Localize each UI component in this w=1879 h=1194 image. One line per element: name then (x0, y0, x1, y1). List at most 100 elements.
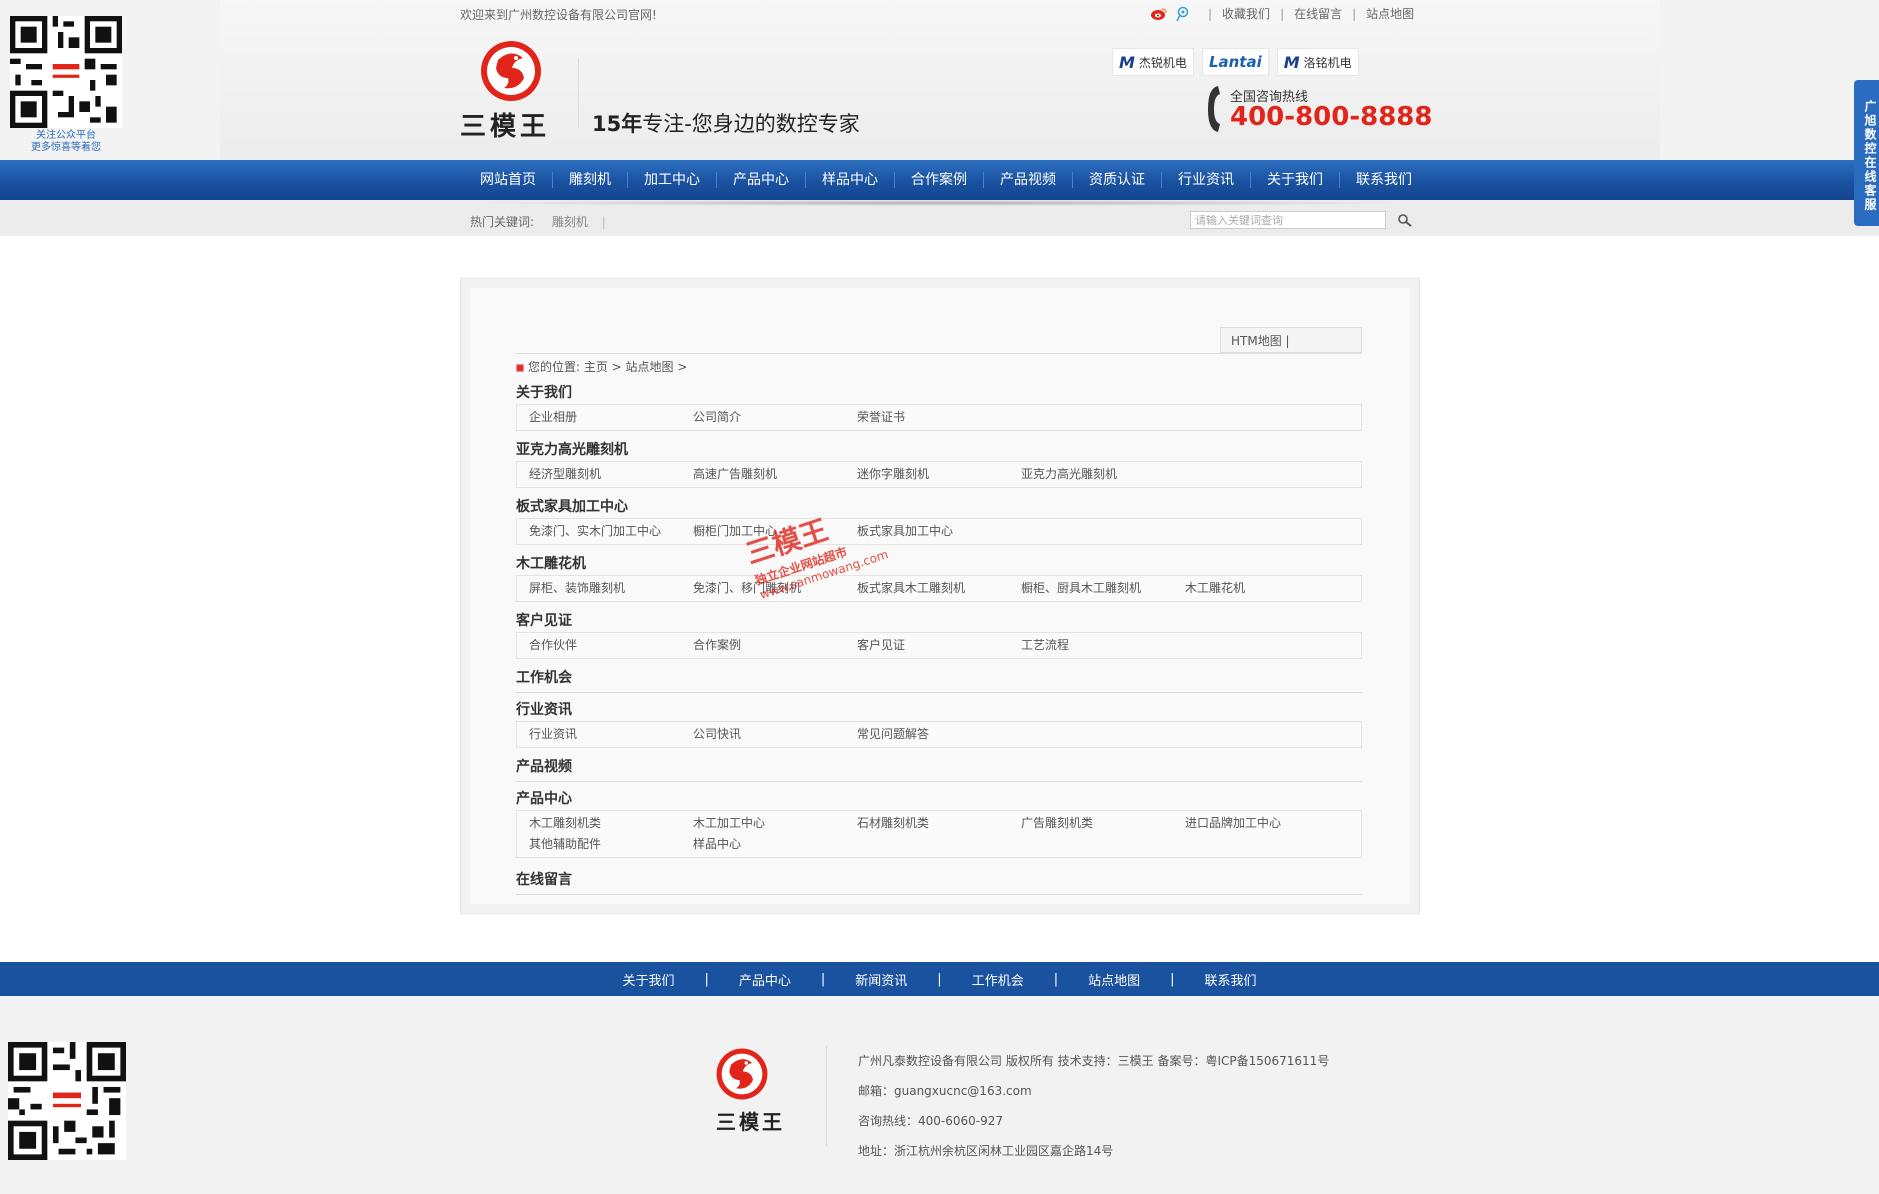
qr-caption: 关注公众平台 更多惊喜等着您 (10, 130, 122, 154)
tab-htm-map[interactable]: HTM地图 | (1220, 327, 1362, 353)
sitemap-link[interactable]: 板式家具木工雕刻机 (845, 578, 1009, 599)
qr-code-icon (10, 16, 122, 128)
search-input[interactable]: 请输入关键词查询 (1190, 211, 1386, 229)
section-rule (516, 894, 1362, 895)
sitemap-link[interactable]: 企业相册 (517, 407, 681, 428)
footer-separator: | (1053, 971, 1059, 987)
sitemap-link[interactable]: 木工雕刻机类 (517, 813, 681, 834)
section-title[interactable]: 工作机会 (516, 667, 1362, 689)
section-acrylic: 亚克力高光雕刻机 经济型雕刻机 高速广告雕刻机 迷你字雕刻机 亚克力高光雕刻机 (516, 439, 1362, 488)
section-title[interactable]: 产品视频 (516, 756, 1362, 778)
sitemap-link[interactable]: 工艺流程 (1009, 635, 1173, 656)
online-service-tab[interactable]: 广旭数控在线客服 (1854, 80, 1879, 226)
sitemap-link[interactable]: 橱柜、厨具木工雕刻机 (1009, 578, 1173, 599)
sitemap-link[interactable]: 免漆门、实木门加工中心 (517, 521, 681, 542)
brand-label: 洛铭机电 (1303, 55, 1352, 70)
section-title[interactable]: 亚克力高光雕刻机 (516, 439, 1362, 461)
sitemap-link[interactable]: 行业资讯 (517, 724, 681, 745)
sitemap-link[interactable]: 板式家具加工中心 (845, 521, 1009, 542)
section-links: 木工雕刻机类 木工加工中心 石材雕刻机类 广告雕刻机类 进口品牌加工中心 其他辅… (516, 810, 1362, 858)
tencent-weibo-icon[interactable] (1174, 6, 1192, 22)
footer-email: 邮箱：guangxucnc@163.com (858, 1084, 1032, 1098)
sitemap-link[interactable]: 样品中心 (681, 834, 845, 855)
search-button[interactable] (1390, 211, 1420, 229)
hotline-number: 400-800-8888 (1230, 102, 1433, 132)
nav-samples[interactable]: 样品中心 (806, 160, 894, 200)
nav-contact[interactable]: 联系我们 (1340, 160, 1428, 200)
keyword-separator: | (601, 215, 606, 229)
section-testimonials: 客户见证 合作伙伴 合作案例 客户见证 工艺流程 (516, 610, 1362, 659)
footer-link-products[interactable]: 产品中心 (739, 970, 791, 989)
dragon-logo-icon (481, 41, 541, 101)
breadcrumb-bullet-icon (516, 363, 524, 372)
section-woodcarving: 木工雕花机 屏柜、装饰雕刻机 免漆门、移门雕刻机 板式家具木工雕刻机 橱柜、厨具… (516, 553, 1362, 602)
brand-m-icon: M (1119, 52, 1135, 72)
sitemap-link[interactable]: 木工加工中心 (681, 813, 845, 834)
nav-about[interactable]: 关于我们 (1251, 160, 1339, 200)
qr-caption-line2: 更多惊喜等着您 (31, 142, 101, 153)
section-links: 免漆门、实木门加工中心 橱柜门加工中心 板式家具加工中心 (516, 518, 1362, 545)
section-links: 行业资讯 公司快讯 常见问题解答 (516, 721, 1362, 748)
nav-engraver[interactable]: 雕刻机 (553, 160, 627, 200)
sitemap-link[interactable]: 木工雕花机 (1173, 578, 1337, 599)
sitemap-link[interactable]: 客户见证 (845, 635, 1009, 656)
sitemap-link[interactable]: 亚克力高光雕刻机 (1009, 464, 1173, 485)
section-about: 关于我们 企业相册 公司简介 荣誉证书 (516, 382, 1362, 431)
nav-videos[interactable]: 产品视频 (984, 160, 1072, 200)
sitemap-link[interactable]: 合作伙伴 (517, 635, 681, 656)
brand-jierui[interactable]: M 杰锐机电 (1112, 48, 1194, 76)
section-rule (516, 692, 1362, 693)
sitemap-link[interactable]: 广告雕刻机类 (1009, 813, 1173, 834)
sitemap-link[interactable]: 进口品牌加工中心 (1173, 813, 1337, 834)
nav-certification[interactable]: 资质认证 (1073, 160, 1161, 200)
sitemap-link[interactable]: 橱柜门加工中心 (681, 521, 845, 542)
sitemap-link[interactable]: 免漆门、移门雕刻机 (681, 578, 845, 599)
hot-keywords-label: 热门关键词: (470, 215, 535, 229)
nav-cases[interactable]: 合作案例 (895, 160, 983, 200)
footer-separator: | (820, 971, 826, 987)
nav-news[interactable]: 行业资讯 (1162, 160, 1250, 200)
section-title[interactable]: 板式家具加工中心 (516, 496, 1362, 518)
nav-products[interactable]: 产品中心 (717, 160, 805, 200)
favorite-link[interactable]: 收藏我们 (1222, 5, 1270, 22)
top-link-separator: | (1208, 6, 1213, 21)
footer-link-sitemap[interactable]: 站点地图 (1088, 970, 1140, 989)
section-title[interactable]: 关于我们 (516, 382, 1362, 404)
section-title[interactable]: 行业资讯 (516, 699, 1362, 721)
section-title[interactable]: 木工雕花机 (516, 553, 1362, 575)
brand-label: Lantai (1208, 53, 1262, 71)
sitemap-link[interactable]: 石材雕刻机类 (845, 813, 1009, 834)
sitemap-link[interactable]: 公司快讯 (681, 724, 845, 745)
footer-link-jobs[interactable]: 工作机会 (972, 970, 1024, 989)
section-panel-furniture: 板式家具加工中心 免漆门、实木门加工中心 橱柜门加工中心 板式家具加工中心 (516, 496, 1362, 545)
section-links: 企业相册 公司简介 荣誉证书 (516, 404, 1362, 431)
sitemap-link[interactable]: 经济型雕刻机 (517, 464, 681, 485)
footer-link-news[interactable]: 新闻资讯 (855, 970, 907, 989)
brand-luoming[interactable]: M 洛铭机电 (1276, 48, 1359, 76)
footer-link-contact[interactable]: 联系我们 (1205, 970, 1257, 989)
sitemap-link[interactable]: 常见问题解答 (845, 724, 1009, 745)
hot-keyword-link[interactable]: 雕刻机 (552, 215, 588, 229)
header-background (220, 0, 1660, 160)
sitemap-link[interactable]: 屏柜、装饰雕刻机 (517, 578, 681, 599)
sitemap-link[interactable]: 公司简介 (681, 407, 845, 428)
dragon-logo-icon (716, 1048, 768, 1100)
hot-keywords: 热门关键词: 雕刻机 | (470, 213, 606, 230)
sitemap-link[interactable]: 合作案例 (681, 635, 845, 656)
weibo-icon[interactable] (1150, 6, 1168, 22)
section-title[interactable]: 产品中心 (516, 788, 1362, 810)
sitemap-link[interactable]: 荣誉证书 (845, 407, 1009, 428)
sitemap-link[interactable]: 站点地图 (1366, 5, 1414, 22)
section-title[interactable]: 在线留言 (516, 869, 1362, 891)
sitemap-link[interactable]: 高速广告雕刻机 (681, 464, 845, 485)
sitemap-link[interactable]: 其他辅助配件 (517, 834, 681, 855)
nav-home[interactable]: 网站首页 (464, 160, 552, 200)
footer-link-about[interactable]: 关于我们 (622, 970, 674, 989)
sitemap-link[interactable]: 迷你字雕刻机 (845, 464, 1009, 485)
section-title[interactable]: 客户见证 (516, 610, 1362, 632)
brand-lantai[interactable]: Lantai (1201, 48, 1269, 76)
footer-logo[interactable] (714, 1046, 770, 1105)
brand-label: 杰锐机电 (1138, 55, 1187, 70)
nav-machining-center[interactable]: 加工中心 (628, 160, 716, 200)
message-link[interactable]: 在线留言 (1294, 5, 1342, 22)
